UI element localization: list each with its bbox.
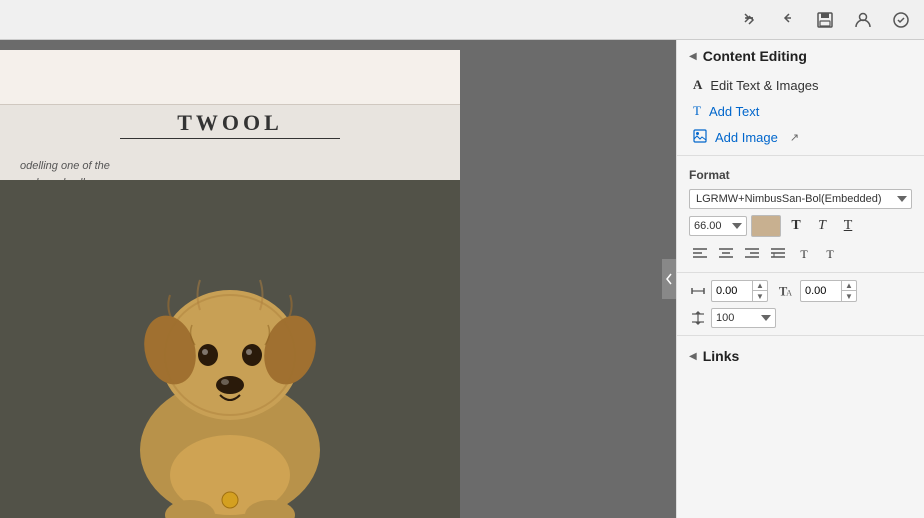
- add-image-label: Add Image: [715, 130, 778, 145]
- ta-spacing-down[interactable]: ▼: [842, 291, 856, 301]
- divider-1: [677, 155, 924, 156]
- add-text-label: Add Text: [709, 104, 759, 119]
- doc-area: TWOOL odelling one of the eads and colla…: [0, 40, 676, 518]
- ta-spacing-arrows: ▲ ▼: [841, 281, 856, 301]
- add-image-item[interactable]: Add Image ↗: [677, 124, 924, 151]
- top-toolbar: [0, 0, 924, 40]
- svg-text:A: A: [786, 289, 792, 298]
- edit-text-images-icon: A: [693, 77, 702, 93]
- edit-text-images-label: Edit Text & Images: [710, 78, 818, 93]
- links-section[interactable]: ◀ Links: [677, 340, 924, 372]
- char-spacing-input-group: ▲ ▼: [711, 280, 768, 302]
- ta-spacing-input-group: ▲ ▼: [800, 280, 857, 302]
- save-icon[interactable]: [814, 9, 836, 31]
- align-center-button[interactable]: [715, 243, 737, 265]
- pdf-body-line1: odelling one of the: [20, 158, 110, 175]
- size-color-row: 66.00 T T T: [677, 212, 924, 240]
- content-editing-arrow: ◀: [689, 51, 697, 62]
- font-select[interactable]: LGRMW+NimbusSan-Bol(Embedded): [689, 189, 912, 209]
- underline-button[interactable]: T: [837, 215, 859, 237]
- pdf-dog-image: [0, 180, 460, 518]
- right-panel: ◀ Content Editing A Edit Text & Images T…: [676, 40, 924, 518]
- color-swatch[interactable]: [751, 215, 781, 237]
- pdf-brand-underline: [120, 138, 340, 139]
- cursor-pointer: ↗: [790, 131, 799, 144]
- align-row: T T: [677, 240, 924, 268]
- char-spacing-input[interactable]: [712, 283, 752, 299]
- text-bottom-button[interactable]: T: [819, 243, 841, 265]
- line-spacing-icon: [689, 309, 707, 327]
- panel-collapse-button[interactable]: [662, 259, 676, 299]
- content-editing-header: ◀ Content Editing: [677, 40, 924, 72]
- divider-3: [677, 335, 924, 336]
- links-arrow: ◀: [689, 351, 697, 362]
- font-row: LGRMW+NimbusSan-Bol(Embedded): [677, 186, 924, 212]
- panel-title: Content Editing: [703, 48, 807, 64]
- align-right-button[interactable]: [741, 243, 763, 265]
- add-text-icon: T: [693, 103, 701, 119]
- links-label: Links: [703, 348, 740, 364]
- justify-button[interactable]: [767, 243, 789, 265]
- pdf-content: TWOOL odelling one of the eads and colla…: [0, 50, 460, 518]
- badge-icon[interactable]: [890, 9, 912, 31]
- user-icon[interactable]: [852, 9, 874, 31]
- line-spacing-select[interactable]: 100: [711, 308, 776, 328]
- main-area: TWOOL odelling one of the eads and colla…: [0, 40, 924, 518]
- size-select[interactable]: 66.00: [689, 216, 747, 236]
- divider-2: [677, 272, 924, 273]
- format-label: Format: [677, 160, 924, 186]
- italic-button[interactable]: T: [811, 215, 833, 237]
- ta-spacing-up[interactable]: ▲: [842, 281, 856, 291]
- char-spacing-icon: [689, 282, 707, 300]
- add-text-item[interactable]: T Add Text: [677, 98, 924, 124]
- align-left-button[interactable]: [689, 243, 711, 265]
- char-spacing-arrows: ▲ ▼: [752, 281, 767, 301]
- forward-icon[interactable]: [738, 9, 760, 31]
- text-top-button[interactable]: T: [793, 243, 815, 265]
- spacing-row-1: ▲ ▼ T A ▲ ▼: [677, 277, 924, 305]
- pdf-brand-text: TWOOL: [177, 110, 283, 136]
- line-spacing-row: 100: [677, 305, 924, 331]
- back-icon[interactable]: [776, 9, 798, 31]
- ta-spacing-input[interactable]: [801, 283, 841, 299]
- bold-button[interactable]: T: [785, 215, 807, 237]
- char-spacing-down[interactable]: ▼: [753, 291, 767, 301]
- pdf-header-bar: [0, 50, 460, 105]
- char-spacing-up[interactable]: ▲: [753, 281, 767, 291]
- ta-icon: T A: [778, 282, 796, 300]
- add-image-icon: [693, 129, 707, 146]
- edit-text-images-item[interactable]: A Edit Text & Images: [677, 72, 924, 98]
- pdf-page: TWOOL odelling one of the eads and colla…: [0, 50, 460, 518]
